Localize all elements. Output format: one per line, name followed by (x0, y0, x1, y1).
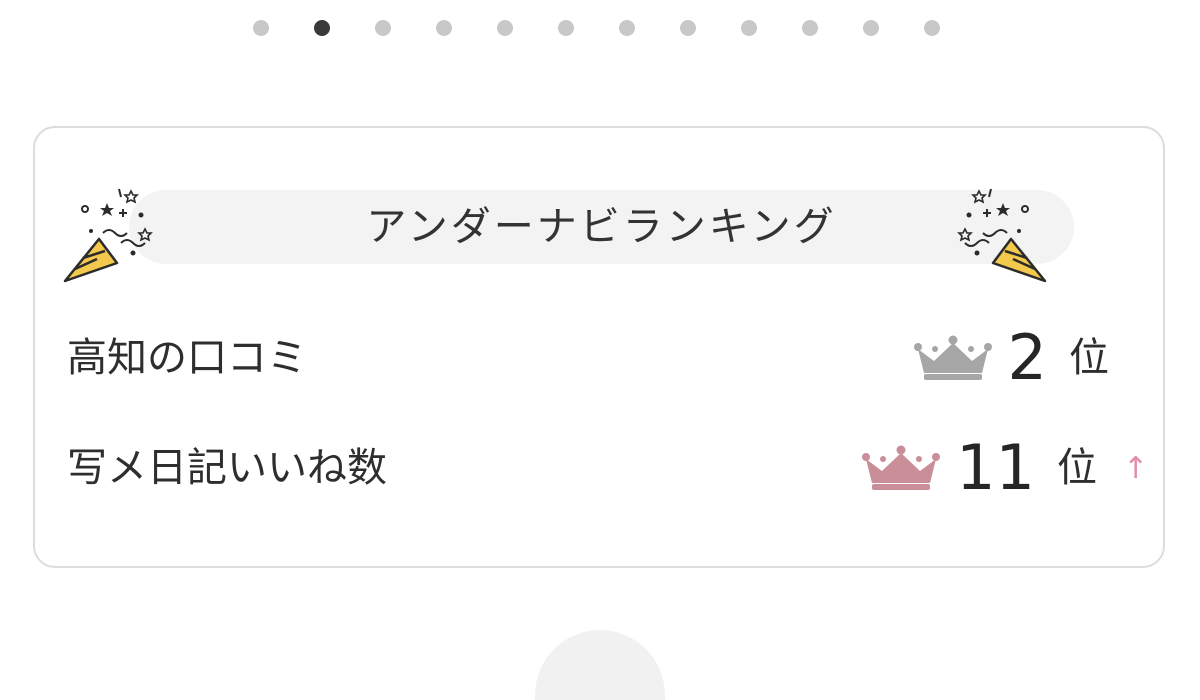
rank-suffix: 位 (1069, 335, 1109, 381)
ranking-banner: アンダーナビランキング (129, 190, 1074, 264)
rank-number: 11 (956, 431, 1035, 504)
pagination-dot-12[interactable] (924, 20, 940, 36)
pagination-dot-2[interactable] (314, 20, 330, 36)
ranking-row-kochi-reviews: 高知の口コミ 2 位 (67, 323, 1147, 393)
ranking-title: アンダーナビランキング (366, 204, 837, 250)
pagination-dot-6[interactable] (558, 20, 574, 36)
trend-up-arrow-icon: ↑ (1123, 450, 1149, 486)
ranking-label: 写メ日記いいね数 (67, 445, 387, 491)
party-popper-icon (63, 188, 153, 283)
ranking-card: アンダーナビランキング 高知の口コミ 2 位 写メ日記いいね数 11 位 ↑ (33, 126, 1165, 568)
ranking-row-photo-diary-likes: 写メ日記いいね数 11 位 ↑ (67, 431, 1149, 504)
ranking-label: 高知の口コミ (67, 335, 307, 381)
pagination-dot-10[interactable] (802, 20, 818, 36)
pagination-dot-7[interactable] (619, 20, 635, 36)
party-popper-icon (957, 188, 1047, 283)
next-section-peek (535, 630, 665, 700)
silver-crown-icon (913, 335, 992, 380)
pagination-dot-11[interactable] (863, 20, 879, 36)
pagination-dot-8[interactable] (680, 20, 696, 36)
pagination-dot-4[interactable] (436, 20, 452, 36)
pagination-dot-3[interactable] (375, 20, 391, 36)
ranking-value: 2 位 (913, 321, 1109, 394)
pink-crown-icon (862, 445, 941, 490)
rank-suffix: 位 (1057, 445, 1097, 491)
ranking-value: 11 位 ↑ (862, 431, 1149, 504)
carousel-pagination (253, 19, 940, 37)
rank-number: 2 (1007, 321, 1047, 394)
pagination-dot-1[interactable] (253, 20, 269, 36)
pagination-dot-5[interactable] (497, 20, 513, 36)
pagination-dot-9[interactable] (741, 20, 757, 36)
